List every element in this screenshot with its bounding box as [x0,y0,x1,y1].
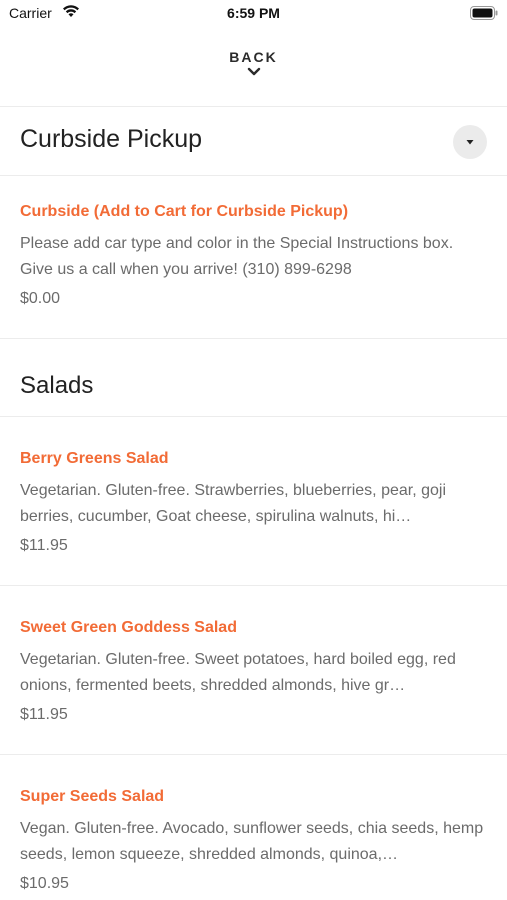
back-label: BACK [229,49,278,65]
item-description: Vegetarian. Gluten-free. Sweet potatoes,… [20,651,456,694]
item-name: Curbside (Add to Cart for Curbside Picku… [20,203,349,220]
divider [0,585,507,586]
divider [0,106,507,107]
divider [0,338,507,339]
battery-icon [470,6,498,25]
back-button[interactable]: BACK [0,44,507,106]
item-description: Please add car type and color in the Spe… [20,235,454,278]
item-name: Berry Greens Salad [20,450,169,467]
menu-item-sweet-green-goddess-salad[interactable]: Sweet Green Goddess Salad Vegetarian. Gl… [20,618,488,725]
divider [0,175,507,176]
item-description: Vegetarian. Gluten-free. Strawberries, b… [20,482,447,525]
menu-item-curbside[interactable]: Curbside (Add to Cart for Curbside Picku… [20,202,488,309]
divider [0,754,507,755]
item-price: $11.95 [20,706,68,723]
section-dropdown-button[interactable] [453,125,487,159]
divider [0,416,507,417]
item-name: Super Seeds Salad [20,788,165,805]
menu-item-berry-greens-salad[interactable]: Berry Greens Salad Vegetarian. Gluten-fr… [20,449,488,556]
item-price: $0.00 [20,290,61,307]
item-price: $11.95 [20,537,68,554]
item-name: Sweet Green Goddess Salad [20,619,237,636]
section-title-salads: Salads [20,372,94,399]
menu-item-super-seeds-salad[interactable]: Super Seeds Salad Vegan. Gluten-free. Av… [20,787,488,894]
section-title-curbside-pickup: Curbside Pickup [20,125,203,153]
chevron-down-icon [247,67,260,76]
caret-down-icon [466,140,474,145]
item-description: Vegan. Gluten-free. Avocado, sunflower s… [20,820,484,863]
item-price: $10.95 [20,875,69,892]
status-bar: Carrier 6:59 PM [0,0,507,28]
status-time: 6:59 PM [227,5,280,21]
